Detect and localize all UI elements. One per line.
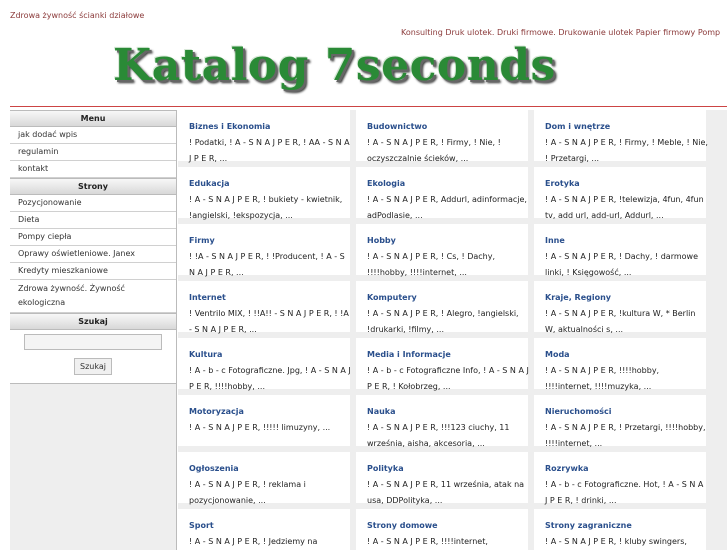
category-link[interactable]: Nauka [367,407,396,416]
category-link[interactable]: Dom i wnętrze [545,122,610,131]
subcategory-list[interactable]: ! !A - S N A J P E R, ! !Producent, ! A … [189,249,352,281]
category-link[interactable]: Polityka [367,464,404,473]
subcategory-list[interactable]: ! A - S N A J P E R, !!!!hobby, !!!!inte… [545,363,708,395]
category-cell: Firmy! !A - S N A J P E R, ! !Producent,… [178,224,350,277]
sidebar-item-mortgages[interactable]: Kredyty mieszkaniowe [10,263,176,280]
category-cell: Nieruchomości! A - S N A J P E R, ! Prze… [534,395,706,448]
category-link[interactable]: Motoryzacja [189,407,244,416]
sidebar-item-diet[interactable]: Dieta [10,212,176,229]
category-link[interactable]: Strony zagraniczne [545,521,632,530]
subcategory-list[interactable]: ! A - S N A J P E R, Addurl, adinformacj… [367,192,530,224]
category-cell: Erotyka! A - S N A J P E R, !telewizja, … [534,167,706,220]
subcategory-list[interactable]: ! A - S N A J P E R, !!!123 ciuchy, 11 w… [367,420,530,452]
subcategory-list[interactable]: ! A - S N A J P E R, ! Cs, ! Dachy, !!!!… [367,249,530,281]
category-link[interactable]: Media i Informacje [367,350,451,359]
category-link[interactable]: Kraje, Regiony [545,293,611,302]
subcategory-list[interactable]: ! A - b - c Fotograficzne. Jpg, ! A - S … [189,363,352,395]
category-cell: Motoryzacja ! A - S N A J P E R, !!!!! li… [178,395,350,446]
sidebar-item-rules[interactable]: regulamin [10,144,176,161]
search-input[interactable] [24,334,162,350]
category-cell: Internet! Ventrilo MIX, ! !!A!! - S N A … [178,281,350,334]
top-link[interactable]: Zdrowa żywność ścianki działowe [10,11,144,20]
sidebar-item-heat-pumps[interactable]: Pompy ciepła [10,229,176,246]
category-cell: Kraje, Regiony! A - S N A J P E R, !kult… [534,281,706,334]
category-cell: Dom i wnętrze! A - S N A J P E R, ! Firm… [534,110,708,163]
subcategory-list[interactable]: ! A - S N A J P E R, ! Firmy, ! Meble, !… [545,135,708,167]
sidebar: Menu jak dodać wpis regulamin kontakt St… [10,110,177,550]
subcategory-list[interactable]: ! Ventrilo MIX, ! !!A!! - S N A J P E R,… [189,306,352,338]
subcategory-list[interactable]: ! A - S N A J P E R, ! kluby swingers, [545,534,708,550]
category-cell: Polityka! A - S N A J P E R, 11 września… [356,452,528,505]
subcategory-list[interactable]: ! A - S N A J P E R, ! bukiety - kwietni… [189,192,352,224]
category-link[interactable]: Ogłoszenia [189,464,239,473]
category-cell: Sport ! A - S N A J P E R, ! Jedziemy na [178,509,350,560]
header-divider [10,106,727,107]
category-cell: Budownictwo! A - S N A J P E R, ! Firmy,… [356,110,528,163]
menu-title: Menu [10,110,176,127]
subcategory-list[interactable]: ! A - S N A J P E R, !telewizja, 4fun, 4… [545,192,708,224]
category-link[interactable]: Nieruchomości [545,407,612,416]
subcategory-list[interactable]: ! A - S N A J P E R, !kultura W, * Berli… [545,306,708,338]
category-link[interactable]: Komputery [367,293,417,302]
category-cell: Rozrywka! A - b - c Fotograficzne. Hot, … [534,452,706,505]
category-cell: Kultura! A - b - c Fotograficzne. Jpg, !… [178,338,351,391]
subcategory-list[interactable]: ! A - S N A J P E R, !!!!internet, [367,534,530,550]
search-button[interactable]: Szukaj [74,358,112,375]
subcategory-list[interactable]: ! A - S N A J P E R, ! Jedziemy na [189,534,352,550]
marquee-text[interactable]: Konsulting Druk ulotek. Druki firmowe. D… [401,28,720,37]
category-link[interactable]: Sport [189,521,214,530]
search-title: Szukaj [10,313,176,330]
category-cell: Edukacja! A - S N A J P E R, ! bukiety -… [178,167,350,220]
sidebar-item-healthy-food[interactable]: Zdrowa żywność. Żywność ekologiczna [10,280,176,313]
subcategory-list[interactable]: ! A - S N A J P E R, ! reklama i pozycjo… [189,477,352,509]
category-cell: Biznes i Ekonomia! Podatki, ! A - S N A … [178,110,350,163]
subcategory-list[interactable]: ! A - S N A J P E R, ! Alegro, !angielsk… [367,306,530,338]
subcategory-list[interactable]: ! A - S N A J P E R, ! Przetargi, !!!!ho… [545,420,708,452]
category-link[interactable]: Ekologia [367,179,405,188]
category-link[interactable]: Moda [545,350,570,359]
site-logo: Katalog 7seconds [113,40,556,91]
subcategory-list[interactable]: ! A - S N A J P E R, ! Firmy, ! Nie, ! o… [367,135,530,167]
category-cell: Nauka! A - S N A J P E R, !!!123 ciuchy,… [356,395,528,448]
category-link[interactable]: Kultura [189,350,222,359]
category-cell: Ekologia! A - S N A J P E R, Addurl, adi… [356,167,528,220]
category-cell: Ogłoszenia! A - S N A J P E R, ! reklama… [178,452,350,505]
subcategory-list[interactable]: ! A - b - c Fotograficzne Info, ! A - S … [367,363,530,395]
category-cell: Komputery! A - S N A J P E R, ! Alegro, … [356,281,528,334]
category-cell: Media i Informacje! A - b - c Fotografic… [356,338,529,391]
category-link[interactable]: Erotyka [545,179,580,188]
pages-title: Strony [10,178,176,195]
subcategory-list[interactable]: ! A - S N A J P E R, !!!!! limuzyny, ... [189,420,352,436]
subcategory-list[interactable]: ! A - S N A J P E R, 11 września, atak n… [367,477,530,509]
category-cell: Inne! A - S N A J P E R, ! Dachy, ! darm… [534,224,706,277]
category-cell: Strony domowe ! A - S N A J P E R, !!!!in… [356,509,528,560]
category-link[interactable]: Strony domowe [367,521,438,530]
search-box: Szukaj [10,330,176,384]
category-grid: Biznes i Ekonomia ! Podatki, ! A - S N A … [178,110,727,560]
sidebar-item-add-entry[interactable]: jak dodać wpis [10,127,176,144]
sidebar-item-lighting[interactable]: Oprawy oświetleniowe. Janex [10,246,176,263]
category-link[interactable]: Edukacja [189,179,230,188]
category-link[interactable]: Internet [189,293,226,302]
sidebar-item-positioning[interactable]: Pozycjonowanie [10,195,176,212]
subcategory-list[interactable]: ! A - S N A J P E R, ! Dachy, ! darmowe … [545,249,708,281]
category-link[interactable]: Budownictwo [367,122,427,131]
sidebar-item-contact[interactable]: kontakt [10,161,176,178]
category-cell: Hobby! A - S N A J P E R, ! Cs, ! Dachy,… [356,224,528,277]
subcategory-list[interactable]: ! A - b - c Fotograficzne. Hot, ! A - S … [545,477,708,509]
category-cell: Strony zagraniczne ! A - S N A J P E R, !… [534,509,706,560]
subcategory-list[interactable]: ! Podatki, ! A - S N A J P E R, ! AA - S… [189,135,352,167]
category-link[interactable]: Hobby [367,236,396,245]
category-cell: Moda! A - S N A J P E R, !!!!hobby, !!!!… [534,338,706,391]
category-link[interactable]: Firmy [189,236,215,245]
category-link[interactable]: Biznes i Ekonomia [189,122,270,131]
category-link[interactable]: Inne [545,236,565,245]
category-link[interactable]: Rozrywka [545,464,589,473]
